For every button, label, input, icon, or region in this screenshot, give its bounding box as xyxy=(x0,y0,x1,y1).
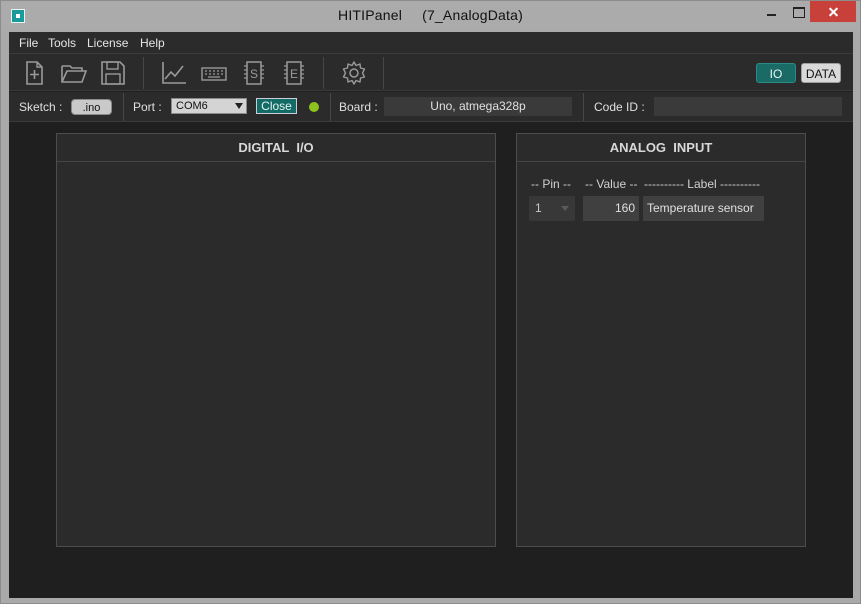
port-select[interactable]: COM6 xyxy=(171,98,247,114)
data-mode-button[interactable]: DATA xyxy=(801,63,841,83)
svg-text:S: S xyxy=(250,67,258,81)
chevron-down-icon xyxy=(235,103,243,109)
port-label: Port : xyxy=(133,100,162,114)
sketch-ino-button[interactable]: .ino xyxy=(71,99,112,115)
connection-bar: Sketch : .ino Port : COM6 Close Board : … xyxy=(9,92,853,122)
analog-value-field: 160 xyxy=(583,196,639,221)
window-title-sketch: (7_AnalogData) xyxy=(422,7,523,23)
port-select-value: COM6 xyxy=(176,100,208,112)
menu-file[interactable]: File xyxy=(19,36,38,50)
digital-io-title: DIGITAL I/O xyxy=(57,134,495,162)
analog-label-field[interactable]: Temperature sensor xyxy=(643,196,764,221)
chip-e-icon[interactable]: E xyxy=(279,59,309,87)
analog-pin-value: 1 xyxy=(535,201,542,215)
board-label: Board : xyxy=(339,100,378,114)
close-window-button[interactable] xyxy=(810,1,856,22)
chip-s-icon[interactable]: S xyxy=(239,59,269,87)
client-area: File Tools License Help S E IO DATA Sket… xyxy=(9,32,853,598)
info-separator xyxy=(330,93,331,121)
title-bar[interactable]: HITIPanel (7_AnalogData) xyxy=(1,1,860,31)
toolbar-separator xyxy=(143,57,144,89)
board-field: Uno, atmega328p xyxy=(384,97,572,116)
minimize-button[interactable] xyxy=(757,1,785,23)
svg-text:E: E xyxy=(290,67,298,81)
window-title: HITIPanel (7_AnalogData) xyxy=(1,7,860,23)
chart-icon[interactable] xyxy=(159,59,189,87)
gear-icon[interactable] xyxy=(339,59,369,87)
toolbar: S E IO DATA xyxy=(9,54,853,91)
digital-io-panel: DIGITAL I/O xyxy=(56,133,496,547)
info-separator xyxy=(583,93,584,121)
menu-bar: File Tools License Help xyxy=(9,32,853,54)
pin-column-header: -- Pin -- xyxy=(531,177,571,191)
sketch-label: Sketch : xyxy=(19,100,63,114)
new-file-icon[interactable] xyxy=(19,59,49,87)
label-column-header: ---------- Label ---------- xyxy=(644,177,760,191)
app-window: HITIPanel (7_AnalogData) File Tools Licen… xyxy=(0,0,861,604)
window-title-name: HITIPanel xyxy=(338,7,403,23)
maximize-button[interactable] xyxy=(784,1,812,23)
io-mode-button[interactable]: IO xyxy=(756,63,796,83)
menu-tools[interactable]: Tools xyxy=(48,36,76,50)
code-id-label: Code ID : xyxy=(594,100,645,114)
open-folder-icon[interactable] xyxy=(59,59,89,87)
toolbar-separator xyxy=(323,57,324,89)
analog-input-title: ANALOG INPUT xyxy=(517,134,805,162)
keyboard-icon[interactable] xyxy=(199,59,229,87)
info-separator xyxy=(123,93,124,121)
value-column-header: -- Value -- xyxy=(585,177,638,191)
menu-help[interactable]: Help xyxy=(140,36,165,50)
menu-license[interactable]: License xyxy=(87,36,128,50)
code-id-field[interactable] xyxy=(654,97,842,116)
chevron-down-icon xyxy=(561,206,569,211)
toolbar-separator xyxy=(383,57,384,89)
close-port-button[interactable]: Close xyxy=(256,98,297,114)
analog-input-panel: ANALOG INPUT -- Pin -- -- Value -- -----… xyxy=(516,133,806,547)
save-icon[interactable] xyxy=(98,59,128,87)
connection-status-led xyxy=(309,102,319,112)
analog-pin-select[interactable]: 1 xyxy=(529,196,575,221)
